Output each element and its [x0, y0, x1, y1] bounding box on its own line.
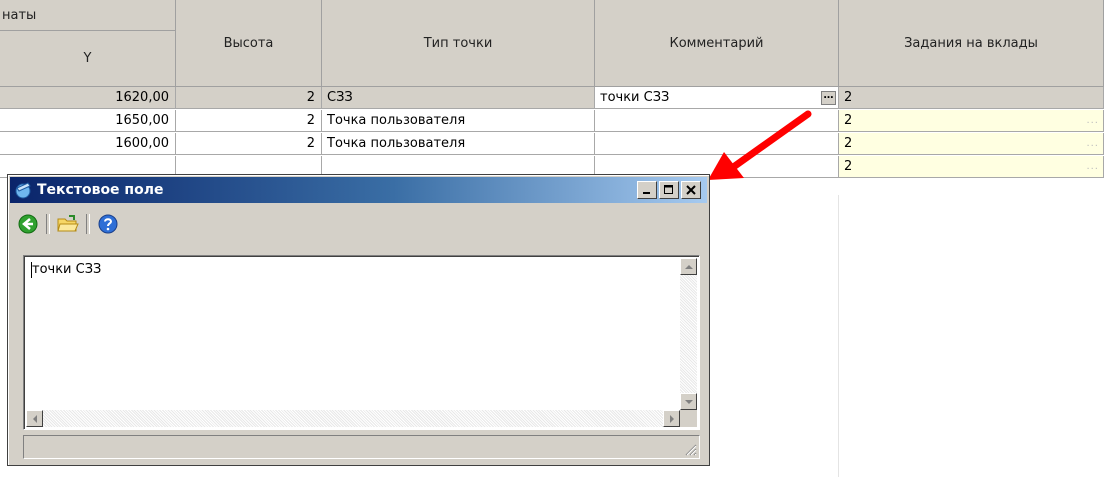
dialog-toolbar	[16, 211, 120, 237]
status-bar	[23, 435, 700, 459]
scroll-corner	[680, 410, 697, 427]
back-button[interactable]	[16, 212, 40, 236]
cell-height[interactable]: 2	[176, 133, 322, 155]
arrow-up-icon	[684, 264, 693, 269]
open-folder-icon	[57, 215, 79, 232]
cell-tasks[interactable]: 2 ...	[839, 110, 1104, 132]
arrow-down-icon	[684, 399, 693, 404]
scroll-down-button[interactable]	[680, 393, 697, 410]
arrow-left-icon	[32, 414, 37, 423]
cell-comment-text: точки СЗЗ	[600, 90, 670, 105]
minimize-icon	[643, 192, 650, 194]
editor-content: точки СЗЗ	[32, 262, 102, 277]
table-row[interactable]: 1620,00 2 СЗЗ точки СЗЗ … 2	[0, 87, 1104, 110]
cell-tasks-value: 2	[844, 136, 853, 151]
back-icon	[18, 214, 38, 234]
column-header-comment-label: Комментарий	[669, 35, 764, 51]
column-header-tasks-label: Задания на вклады	[904, 35, 1038, 51]
scroll-left-button[interactable]	[26, 410, 43, 427]
column-divider	[838, 195, 839, 477]
toolbar-separator	[46, 214, 50, 234]
column-header-y-label: Y	[83, 51, 92, 66]
arrow-right-icon	[669, 414, 674, 423]
column-group-header-coordinates[interactable]: наты	[0, 0, 176, 31]
column-header-point-type-label: Тип точки	[423, 35, 493, 51]
red-arrow-annotation	[708, 110, 812, 180]
cell-tasks-value: 2	[844, 113, 853, 128]
column-header-height[interactable]: Высота	[176, 0, 322, 87]
cell-y[interactable]: 1650,00	[0, 110, 176, 132]
resize-grip-icon[interactable]	[684, 443, 697, 456]
dialog-title: Текстовое поле	[37, 182, 164, 198]
column-header-height-label: Высота	[223, 35, 274, 51]
cell-tasks[interactable]: 2 ...	[839, 156, 1104, 178]
cell-height[interactable]: 2	[176, 87, 322, 109]
open-button[interactable]	[56, 212, 80, 236]
text-field-app-icon	[15, 182, 31, 199]
scroll-right-button[interactable]	[663, 410, 680, 427]
column-group-label: наты	[2, 7, 37, 23]
cell-point-type[interactable]: Точка пользователя	[322, 133, 595, 155]
vertical-scrollbar[interactable]	[680, 258, 697, 410]
cell-tasks[interactable]: 2 ...	[839, 133, 1104, 155]
table-row[interactable]: 1600,00 2 Точка пользователя 2 ...	[0, 133, 1104, 156]
ellipsis-button[interactable]: …	[821, 91, 836, 105]
help-icon	[98, 214, 118, 234]
maximize-button[interactable]	[659, 181, 679, 199]
toolbar-separator	[86, 214, 90, 234]
text-editor[interactable]: точки СЗЗ	[23, 255, 700, 430]
cell-tasks-dots: ...	[1086, 115, 1099, 126]
cell-y[interactable]: 1600,00	[0, 133, 176, 155]
column-header-point-type[interactable]: Тип точки	[322, 0, 595, 87]
cell-tasks-value: 2	[844, 159, 853, 174]
cell-comment-editing[interactable]: точки СЗЗ …	[595, 87, 839, 109]
table-row[interactable]: 1650,00 2 Точка пользователя 2 ...	[0, 110, 1104, 133]
column-header-y[interactable]: Y	[0, 31, 176, 87]
minimize-button[interactable]	[637, 181, 657, 199]
cell-point-type[interactable]: Точка пользователя	[322, 110, 595, 132]
cell-tasks[interactable]: 2	[839, 87, 1104, 109]
cell-y[interactable]: 1620,00	[0, 87, 176, 109]
column-header-comment[interactable]: Комментарий	[595, 0, 839, 87]
close-icon	[686, 185, 696, 195]
cell-tasks-dots: ...	[1086, 138, 1099, 149]
help-button[interactable]	[96, 212, 120, 236]
text-field-dialog[interactable]: Текстовое поле точки СЗЗ	[7, 174, 710, 466]
horizontal-scrollbar[interactable]	[26, 410, 680, 427]
scroll-up-button[interactable]	[680, 258, 697, 275]
cell-tasks-dots: ...	[1086, 161, 1099, 172]
cell-height[interactable]: 2	[176, 110, 322, 132]
cell-point-type[interactable]: СЗЗ	[322, 87, 595, 109]
dialog-titlebar[interactable]: Текстовое поле	[10, 177, 707, 203]
close-button[interactable]	[681, 181, 701, 199]
column-header-tasks[interactable]: Задания на вклады	[839, 0, 1104, 87]
maximize-icon	[664, 185, 673, 194]
